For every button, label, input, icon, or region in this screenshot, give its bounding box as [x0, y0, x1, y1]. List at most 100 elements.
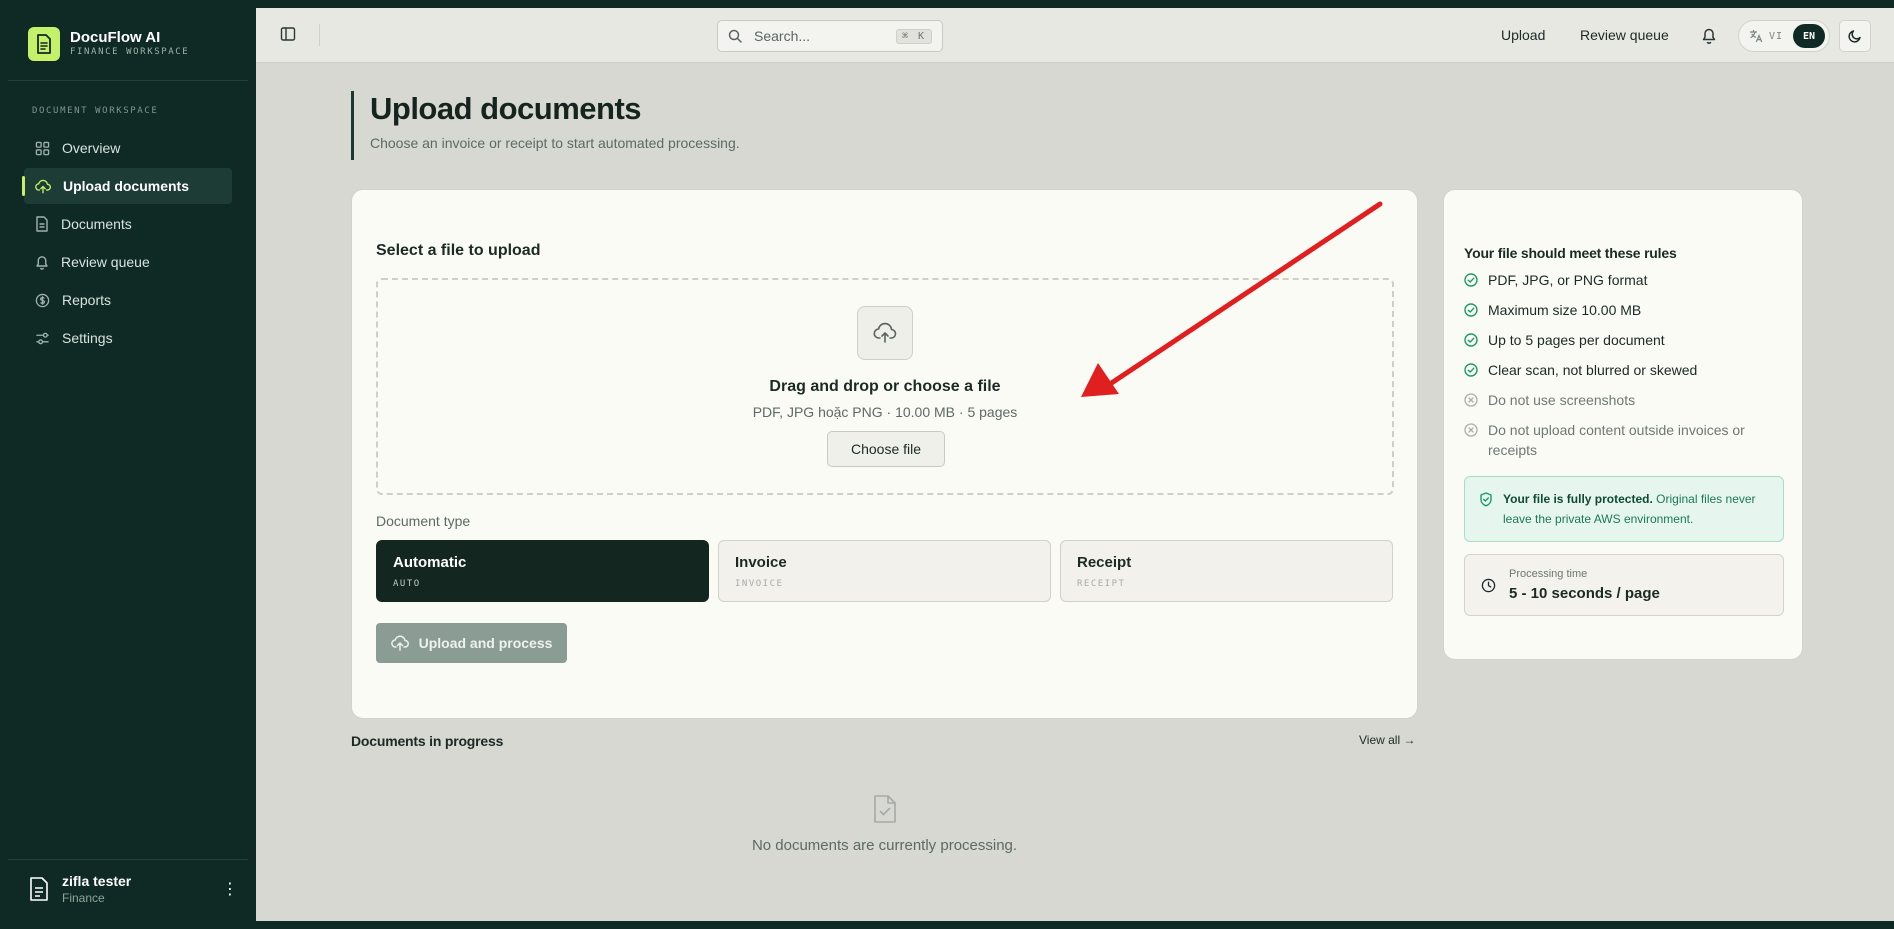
rule-item: Clear scan, not blurred or skewed: [1464, 360, 1784, 380]
check-circle-icon: [1464, 333, 1478, 347]
clock-icon: [1481, 578, 1496, 593]
moon-icon: [1848, 30, 1861, 43]
search-input[interactable]: Search... ⌘ K: [717, 20, 943, 52]
rules-card: Your file should meet these rules PDF, J…: [1443, 189, 1803, 660]
document-type-label: Document type: [376, 513, 471, 529]
user-document-icon: [30, 877, 48, 901]
language-option-en[interactable]: EN: [1793, 24, 1825, 48]
topbar-divider: [319, 24, 320, 46]
dropzone-upload-icon: [857, 306, 913, 360]
empty-document-check-icon: [874, 795, 896, 823]
document-type-name: Automatic: [393, 554, 467, 571]
choose-file-button[interactable]: Choose file: [827, 431, 945, 467]
rules-list: PDF, JPG, or PNG format Maximum size 10.…: [1464, 270, 1784, 470]
rule-item: Do not upload content outside invoices o…: [1464, 420, 1784, 460]
document-type-code: AUTO: [393, 579, 421, 589]
check-circle-icon: [1464, 273, 1478, 287]
protection-notice: Your file is fully protected. Original f…: [1464, 476, 1784, 542]
search-icon: [728, 29, 742, 43]
topbar-upload-link[interactable]: Upload: [1501, 27, 1545, 43]
theme-toggle-button[interactable]: [1839, 20, 1871, 52]
page-subtitle: Choose an invoice or receipt to start au…: [370, 135, 740, 151]
upload-and-process-button[interactable]: Upload and process: [376, 623, 567, 663]
rule-item: PDF, JPG, or PNG format: [1464, 270, 1784, 290]
sliders-icon: [36, 332, 49, 344]
search-shortcut: ⌘ K: [895, 28, 932, 44]
translate-icon: [1749, 29, 1763, 43]
document-type-code: RECEIPT: [1077, 579, 1126, 589]
language-switcher[interactable]: VI EN: [1738, 20, 1830, 52]
rule-text: Do not use screenshots: [1488, 392, 1636, 408]
dropzone-title: Drag and drop or choose a file: [769, 378, 1001, 395]
sidebar: DocuFlow AI FINANCE WORKSPACE DOCUMENT W…: [0, 0, 256, 929]
document-type-invoice[interactable]: Invoice INVOICE: [718, 540, 1051, 602]
sidebar-item-label: Reports: [62, 292, 112, 308]
dollar-icon: [35, 293, 50, 307]
rule-text: Do not upload content outside invoices o…: [1488, 422, 1745, 458]
check-circle-icon: [1464, 303, 1478, 317]
protection-notice-title: Your file is fully protected.: [1503, 492, 1653, 506]
language-option-vi[interactable]: VI: [1769, 31, 1783, 42]
document-type-code: INVOICE: [735, 579, 784, 589]
rule-item: Do not use screenshots: [1464, 390, 1784, 410]
rule-text: Maximum size 10.00 MB: [1488, 302, 1642, 318]
sidebar-divider: [8, 859, 248, 860]
cloud-upload-icon: [35, 179, 51, 193]
sidebar-nav: Overview Upload documents Documents Revi…: [22, 130, 232, 358]
app-subtitle: FINANCE WORKSPACE: [70, 47, 190, 57]
app-name: DocuFlow AI: [70, 29, 161, 46]
x-circle-icon: [1464, 393, 1478, 407]
processing-time-label: Processing time: [1509, 568, 1588, 580]
document-type-automatic[interactable]: Automatic AUTO: [376, 540, 709, 602]
sidebar-item-review-queue[interactable]: Review queue: [24, 244, 232, 280]
upload-button-label: Upload and process: [418, 635, 553, 651]
search-placeholder: Search...: [754, 28, 811, 44]
empty-state-text: No documents are currently processing.: [751, 837, 1018, 854]
sidebar-item-label: Review queue: [61, 254, 150, 270]
bell-icon: [36, 256, 48, 270]
check-circle-icon: [1464, 363, 1478, 377]
rule-text: Up to 5 pages per document: [1488, 332, 1665, 348]
processing-time-value: 5 - 10 seconds / page: [1509, 585, 1660, 602]
brand[interactable]: DocuFlow AI FINANCE WORKSPACE: [28, 27, 189, 61]
topbar-review-queue-link[interactable]: Review queue: [1580, 27, 1669, 43]
sidebar-item-label: Upload documents: [63, 178, 190, 194]
topbar: Search... ⌘ K Upload Review queue VI EN: [256, 8, 1894, 63]
cloud-upload-icon: [390, 635, 409, 651]
sidebar-toggle-icon[interactable]: [280, 26, 296, 42]
page-header: Upload documents Choose an invoice or re…: [351, 91, 740, 160]
document-icon: [36, 216, 48, 232]
sidebar-section-label: DOCUMENT WORKSPACE: [32, 106, 159, 116]
main-content: Search... ⌘ K Upload Review queue VI EN …: [256, 8, 1894, 921]
user-menu-icon[interactable]: ⋮: [222, 879, 238, 899]
documents-in-progress-title: Documents in progress: [351, 733, 504, 749]
sidebar-item-documents[interactable]: Documents: [24, 206, 232, 242]
view-all-link[interactable]: View all →: [1359, 733, 1415, 747]
dropzone-subtitle: PDF, JPG hoặc PNG · 10.00 MB · 5 pages: [752, 404, 1018, 420]
user-name: zifla tester: [62, 873, 132, 889]
page-title: Upload documents: [370, 91, 642, 126]
document-type-name: Invoice: [735, 554, 787, 571]
sidebar-item-reports[interactable]: Reports: [24, 282, 232, 318]
rules-title: Your file should meet these rules: [1464, 245, 1677, 261]
shield-check-icon: [1480, 492, 1492, 507]
document-type-name: Receipt: [1077, 554, 1132, 571]
sidebar-item-overview[interactable]: Overview: [24, 130, 232, 166]
upload-section-title: Select a file to upload: [376, 242, 541, 259]
notifications-bell-icon[interactable]: [1701, 26, 1717, 44]
sidebar-item-label: Overview: [62, 140, 121, 156]
grid-icon: [35, 141, 50, 155]
sidebar-item-settings[interactable]: Settings: [24, 320, 232, 356]
rule-item: Up to 5 pages per document: [1464, 330, 1784, 350]
user-profile[interactable]: zifla tester Finance ⋮: [28, 873, 238, 905]
sidebar-divider: [8, 80, 248, 81]
sidebar-item-upload-documents[interactable]: Upload documents: [22, 168, 232, 204]
processing-time-box: Processing time 5 - 10 seconds / page: [1464, 554, 1784, 616]
user-role: Finance: [62, 891, 105, 905]
file-dropzone[interactable]: Drag and drop or choose a file PDF, JPG …: [376, 278, 1394, 495]
x-circle-icon: [1464, 423, 1478, 437]
rule-item: Maximum size 10.00 MB: [1464, 300, 1784, 320]
upload-card: Select a file to upload Drag and drop or…: [351, 189, 1418, 719]
rule-text: Clear scan, not blurred or skewed: [1488, 362, 1698, 378]
document-type-receipt[interactable]: Receipt RECEIPT: [1060, 540, 1393, 602]
